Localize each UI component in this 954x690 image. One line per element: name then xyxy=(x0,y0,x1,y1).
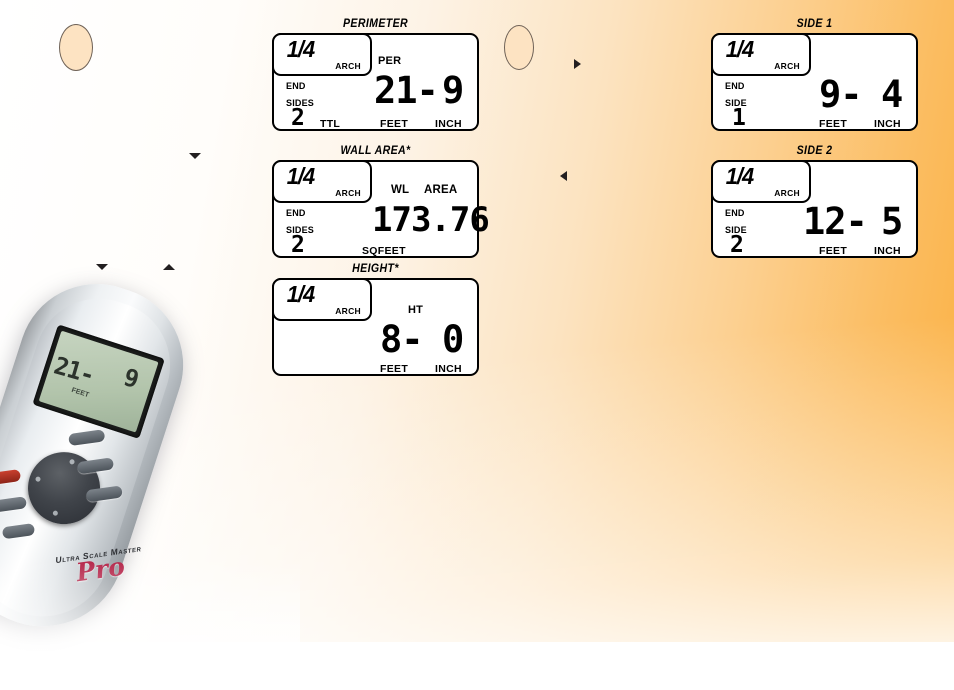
arrow-left-center-icon xyxy=(560,171,567,181)
value-feet: 21- xyxy=(374,69,439,112)
side-value: 2 xyxy=(730,232,744,258)
side-value: 1 xyxy=(732,105,746,131)
arch-label: ARCH xyxy=(774,61,800,71)
unit-sqfeet: SQFEET xyxy=(362,245,406,257)
display-title: WALL AREA* xyxy=(340,145,411,157)
value-feet: 9- xyxy=(819,73,863,116)
mode-label: PER xyxy=(378,55,402,67)
unit-feet: FEET xyxy=(819,245,848,257)
arrow-down-upper-left-icon xyxy=(189,153,201,159)
arrow-down-lower-left-icon xyxy=(96,264,108,270)
arch-mode-box: 1/4 ARCH xyxy=(711,33,811,76)
arch-fraction: 1/4 xyxy=(286,281,315,307)
unit-inch: INCH xyxy=(874,245,901,257)
ttl-label: TTL xyxy=(320,118,341,130)
lcd-screen: 1/4 ARCH END SIDE 1 9- 4 FEET INCH xyxy=(711,33,918,131)
value: 173.76 xyxy=(372,200,490,240)
value-inch: 4 xyxy=(881,73,903,116)
unit-feet: FEET xyxy=(819,118,848,130)
arch-mode-box: 1/4 ARCH xyxy=(272,278,372,321)
arrow-up-lower-left-icon xyxy=(163,264,175,270)
arch-fraction: 1/4 xyxy=(286,36,315,62)
display-perimeter: PERIMETER 1/4 ARCH END SIDES 2 TTL PER 2… xyxy=(272,18,479,131)
unit-inch: INCH xyxy=(435,118,462,130)
mode-label: HT xyxy=(408,304,424,316)
value-feet: 8- xyxy=(380,318,424,361)
value-inch: 5 xyxy=(881,200,903,243)
device-bottom-fade xyxy=(0,560,300,680)
display-title: SIDE 1 xyxy=(796,18,833,30)
display-height: HEIGHT* 1/4 ARCH HT 8- 0 FEET INCH xyxy=(272,263,479,376)
arch-fraction: 1/4 xyxy=(725,36,754,62)
display-title: HEIGHT* xyxy=(352,263,399,275)
decor-ellipse-left xyxy=(59,24,93,71)
display-title: PERIMETER xyxy=(342,18,409,30)
lcd-screen: 1/4 ARCH END SIDE 2 12- 5 FEET INCH xyxy=(711,160,918,258)
arch-mode-box: 1/4 ARCH xyxy=(272,160,372,203)
arch-fraction: 1/4 xyxy=(725,163,754,189)
display-title: SIDE 2 xyxy=(796,145,833,157)
value-inch: 0 xyxy=(442,318,464,361)
end-label: END xyxy=(286,208,306,218)
mode-label-wl: WL xyxy=(391,184,410,196)
value-inch: 9 xyxy=(442,69,464,112)
value-feet: 12- xyxy=(803,200,868,243)
unit-inch: INCH xyxy=(874,118,901,130)
arch-mode-box: 1/4 ARCH xyxy=(272,33,372,76)
lcd-screen: 1/4 ARCH END SIDES 2 TTL PER 21- 9 FEET … xyxy=(272,33,479,131)
mode-label-area: AREA xyxy=(424,184,458,196)
end-label: END xyxy=(725,208,745,218)
display-wall-area: WALL AREA* 1/4 ARCH END SIDES 2 WL AREA … xyxy=(272,145,490,258)
sides-value: 2 xyxy=(291,105,305,131)
arch-label: ARCH xyxy=(335,188,361,198)
lcd-screen: 1/4 ARCH END SIDES 2 WL AREA 173.76 SQFE… xyxy=(272,160,490,258)
display-side-1: SIDE 1 1/4 ARCH END SIDE 1 9- 4 FEET INC… xyxy=(711,18,918,131)
sides-value: 2 xyxy=(291,232,305,258)
unit-feet: FEET xyxy=(380,363,409,375)
unit-feet: FEET xyxy=(380,118,409,130)
arch-label: ARCH xyxy=(774,188,800,198)
decor-ellipse-center xyxy=(504,25,534,70)
arch-mode-box: 1/4 ARCH xyxy=(711,160,811,203)
display-side-2: SIDE 2 1/4 ARCH END SIDE 2 12- 5 FEET IN… xyxy=(711,145,918,258)
arch-label: ARCH xyxy=(335,306,361,316)
end-label: END xyxy=(286,81,306,91)
end-label: END xyxy=(725,81,745,91)
unit-inch: INCH xyxy=(435,363,462,375)
arrow-right-center-icon xyxy=(574,59,581,69)
arch-label: ARCH xyxy=(335,61,361,71)
arch-fraction: 1/4 xyxy=(286,163,315,189)
lcd-screen: 1/4 ARCH HT 8- 0 FEET INCH xyxy=(272,278,479,376)
